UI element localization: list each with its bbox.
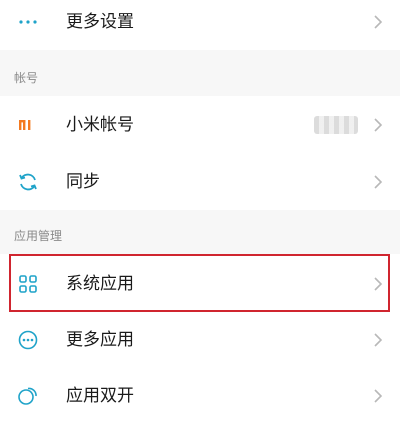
sync-icon <box>16 170 40 194</box>
more-apps-row[interactable]: 更多应用 <box>0 312 400 368</box>
chevron-right-icon <box>372 275 384 293</box>
chevron-right-icon <box>372 331 384 349</box>
chevron-right-icon <box>372 387 384 405</box>
mi-logo-icon <box>16 113 40 137</box>
dual-apps-row[interactable]: 应用双开 <box>0 368 400 424</box>
dual-apps-label: 应用双开 <box>66 386 134 406</box>
more-apps-icon <box>16 328 40 352</box>
grid-icon <box>16 272 40 296</box>
chevron-right-icon <box>372 116 384 134</box>
mi-account-row[interactable]: 小米帐号 <box>0 96 400 154</box>
chevron-right-icon <box>372 13 384 31</box>
more-settings-row[interactable]: 更多设置 <box>0 0 400 44</box>
sync-row[interactable]: 同步 <box>0 154 400 210</box>
more-apps-label: 更多应用 <box>66 330 134 350</box>
section-title-account: 帐号 <box>14 71 39 85</box>
more-settings-label: 更多设置 <box>66 12 134 32</box>
account-section-header: 帐号 <box>0 50 400 96</box>
apps-section-header: 应用管理 <box>0 210 400 254</box>
sync-label: 同步 <box>66 172 100 192</box>
chevron-right-icon <box>372 173 384 191</box>
dual-apps-icon <box>16 384 40 408</box>
dots-icon <box>16 10 40 34</box>
section-title-apps: 应用管理 <box>14 229 63 243</box>
blurred-account-id <box>314 116 358 134</box>
system-apps-label: 系统应用 <box>66 274 134 294</box>
system-apps-row[interactable]: 系统应用 <box>0 256 400 312</box>
mi-account-label: 小米帐号 <box>66 115 134 135</box>
